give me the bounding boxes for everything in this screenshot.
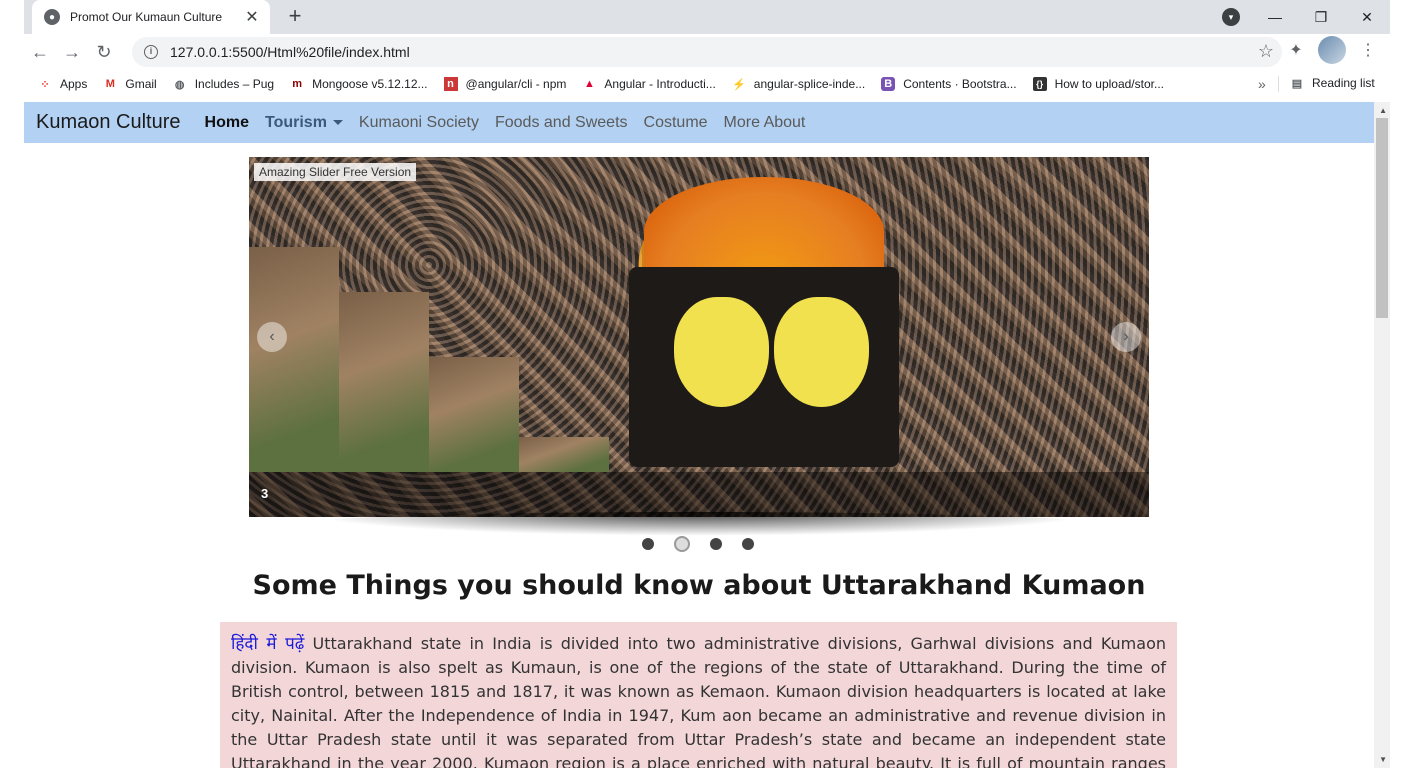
site-navbar: Kumaon Culture Home Tourism Kumaoni Soci…: [24, 102, 1374, 143]
globe-icon: ◍: [174, 78, 185, 91]
slider-prev-button[interactable]: ‹: [257, 322, 287, 352]
menu-icon[interactable]: ⋮: [1354, 36, 1382, 64]
read-in-hindi-link[interactable]: हिंदी में पढ़ें: [231, 634, 304, 654]
transition-tile: [339, 292, 429, 472]
content-box: हिंदी में पढ़ें Uttarakhand state in Ind…: [220, 622, 1177, 768]
slide-caption-bar: [249, 472, 1149, 517]
scroll-up-icon[interactable]: ▲: [1379, 106, 1387, 115]
page-scrollbar[interactable]: ▲ ▼: [1374, 102, 1390, 768]
image-slider[interactable]: Amazing Slider Free Version ‹ › 3: [249, 157, 1149, 517]
npm-icon: n: [443, 77, 458, 91]
slide-deity-face: [774, 297, 869, 407]
reload-button[interactable]: ↻: [88, 36, 120, 68]
nav-tourism-label: Tourism: [264, 113, 327, 131]
slider-dot[interactable]: [742, 538, 754, 550]
apps-grid-icon: ⁘: [40, 78, 50, 91]
profile-avatar[interactable]: [1318, 36, 1346, 64]
browser-tab[interactable]: ● Promot Our Kumaun Culture ✕: [32, 0, 270, 34]
bookmark-upload[interactable]: {} How to upload/stor...: [1032, 77, 1164, 91]
tab-title: Promot Our Kumaun Culture: [70, 10, 223, 24]
restore-button[interactable]: ❐: [1298, 9, 1344, 26]
close-tab-icon[interactable]: ✕: [244, 7, 260, 27]
angular-icon: ▲: [583, 78, 595, 90]
section-heading: Some Things you should know about Uttara…: [252, 570, 1146, 601]
bookmark-gmail[interactable]: M Gmail: [103, 77, 157, 91]
divider: [1278, 76, 1279, 92]
caret-down-icon: [332, 119, 343, 125]
scroll-down-icon[interactable]: ▼: [1379, 755, 1387, 764]
bookmark-label: How to upload/stor...: [1054, 77, 1164, 91]
transition-tile: [519, 437, 609, 472]
bookmark-label: angular-splice-inde...: [753, 77, 866, 91]
close-window-button[interactable]: ✕: [1344, 9, 1390, 26]
globe-icon: ●: [44, 9, 60, 25]
address-bar[interactable]: i 127.0.0.1:5500/Html%20file/index.html …: [132, 37, 1282, 67]
toolbar-right: ✦ ⋮: [1282, 36, 1382, 64]
minimize-button[interactable]: —: [1252, 9, 1298, 25]
url-text: 127.0.0.1:5500/Html%20file/index.html: [170, 44, 410, 60]
bookmark-label: @angular/cli - npm: [465, 77, 567, 91]
more-bookmarks-button[interactable]: »: [1258, 76, 1266, 92]
reading-list-label: Reading list: [1312, 76, 1375, 90]
slide-deity-face: [674, 297, 769, 407]
bookmarks-bar: ⁘ Apps M Gmail ◍ Includes – Pug m Mongoose v…: [24, 70, 1390, 98]
slider-dot-active[interactable]: [674, 536, 690, 552]
mongoose-icon: m: [292, 78, 302, 90]
bookmark-bootstrap[interactable]: B Contents · Bootstra...: [881, 77, 1017, 91]
slider-pagination: [642, 536, 754, 552]
page-viewport: Kumaon Culture Home Tourism Kumaoni Soci…: [24, 102, 1390, 768]
nav-kumaoni-society[interactable]: Kumaoni Society: [359, 114, 479, 132]
bookmark-label: Contents · Bootstra...: [903, 77, 1017, 91]
bookmark-mongoose[interactable]: m Mongoose v5.12.12...: [290, 77, 427, 91]
bookmark-star-icon[interactable]: ☆: [1258, 41, 1274, 62]
back-button[interactable]: ←: [24, 36, 56, 68]
site-brand[interactable]: Kumaon Culture: [36, 111, 181, 134]
browser-chrome: ● Promot Our Kumaun Culture ✕ + ▾ — ❐ ✕ …: [0, 0, 1420, 102]
tab-search-icon[interactable]: ▾: [1222, 8, 1240, 26]
forward-button[interactable]: →: [56, 36, 88, 68]
content-text: Uttarakhand state in India is divided in…: [231, 634, 1166, 768]
reading-list-icon: ▤: [1291, 77, 1303, 90]
tab-strip: ● Promot Our Kumaun Culture ✕ + ▾ — ❐ ✕: [24, 0, 1390, 34]
code-icon: {}: [1032, 77, 1047, 91]
transition-tile: [249, 247, 339, 472]
transition-tile: [429, 357, 519, 472]
extensions-icon[interactable]: ✦: [1282, 36, 1310, 64]
new-tab-button[interactable]: +: [282, 4, 308, 30]
bookmark-npm[interactable]: n @angular/cli - npm: [443, 77, 567, 91]
nav-tourism-dropdown[interactable]: Tourism: [265, 114, 343, 132]
info-icon[interactable]: i: [144, 45, 158, 59]
slider-dot[interactable]: [710, 538, 722, 550]
gmail-icon: M: [105, 78, 115, 90]
bookmark-label: Gmail: [125, 77, 157, 91]
nav-home[interactable]: Home: [205, 114, 249, 132]
browser-toolbar: ← → ↻ i 127.0.0.1:5500/Html%20file/index…: [24, 34, 1390, 70]
slider-next-button[interactable]: ›: [1111, 322, 1141, 352]
bookmark-splice[interactable]: ⚡ angular-splice-inde...: [732, 77, 865, 91]
bootstrap-icon: B: [881, 77, 896, 91]
slider-watermark[interactable]: Amazing Slider Free Version: [254, 163, 417, 181]
nav-more-about[interactable]: More About: [724, 114, 806, 132]
scrollbar-thumb[interactable]: [1376, 118, 1388, 318]
content-paragraph: हिंदी में पढ़ें Uttarakhand state in Ind…: [231, 632, 1166, 768]
window-controls: — ❐ ✕: [1252, 0, 1390, 34]
slide-caption: 3: [261, 486, 269, 501]
bookmark-pug[interactable]: ◍ Includes – Pug: [173, 77, 274, 91]
slider-shadow: [299, 512, 1099, 536]
lightning-icon: ⚡: [731, 78, 746, 91]
reading-list-button[interactable]: ▤ Reading list: [1290, 76, 1375, 90]
nav-foods-and-sweets[interactable]: Foods and Sweets: [495, 114, 628, 132]
bookmark-label: Apps: [60, 77, 88, 91]
nav-costume[interactable]: Costume: [644, 114, 708, 132]
bookmark-label: Angular - Introducti...: [604, 77, 716, 91]
slider-dot[interactable]: [642, 538, 654, 550]
bookmark-angular[interactable]: ▲ Angular - Introducti...: [582, 77, 716, 91]
bookmark-apps[interactable]: ⁘ Apps: [38, 77, 87, 91]
bookmark-label: Includes – Pug: [194, 77, 275, 91]
bookmark-label: Mongoose v5.12.12...: [312, 77, 428, 91]
